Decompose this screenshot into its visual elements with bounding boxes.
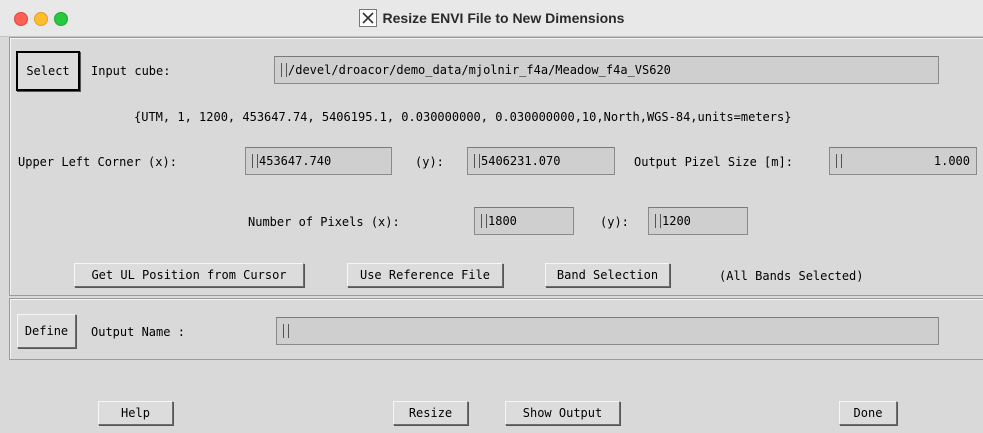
title-bar: Resize ENVI File to New Dimensions [0, 0, 983, 37]
upper-left-y-field[interactable]: 5406231.070 [467, 147, 615, 175]
upper-left-x-value: 453647.740 [259, 154, 332, 168]
upper-left-x-label: Upper Left Corner (x): [18, 155, 177, 169]
pixels-x-field[interactable]: 1800 [474, 207, 574, 235]
input-cube-field[interactable]: /devel/droacor/demo_data/mjolnir_f4a/Mea… [274, 56, 939, 84]
window-title-group: Resize ENVI File to New Dimensions [0, 0, 983, 36]
upper-left-y-label: (y): [415, 155, 444, 169]
pixels-y-label: (y): [600, 215, 629, 229]
define-output-button[interactable]: Define [17, 314, 76, 348]
done-button[interactable]: Done [839, 401, 897, 425]
map-info-text: {UTM, 1, 1200, 453647.74, 5406195.1, 0.0… [134, 110, 792, 124]
text-cursor-icon [481, 214, 487, 228]
output-name-field[interactable] [276, 317, 939, 345]
band-selection-button[interactable]: Band Selection [545, 263, 670, 287]
window-title: Resize ENVI File to New Dimensions [382, 10, 625, 26]
upper-left-y-value: 5406231.070 [481, 154, 561, 168]
input-cube-value: /devel/droacor/demo_data/mjolnir_f4a/Mea… [288, 63, 671, 77]
text-cursor-icon [252, 154, 258, 168]
pixels-x-value: 1800 [488, 214, 517, 228]
select-input-button[interactable]: Select [16, 51, 80, 91]
show-output-button[interactable]: Show Output [505, 401, 620, 425]
resize-button[interactable]: Resize [393, 401, 468, 425]
use-reference-file-button[interactable]: Use Reference File [347, 263, 503, 287]
get-ul-position-button[interactable]: Get UL Position from Cursor [74, 263, 304, 287]
band-status-text: (All Bands Selected) [719, 269, 864, 283]
pixel-size-field[interactable]: 1.000 [829, 147, 977, 175]
output-name-label: Output Name : [91, 325, 185, 339]
pixel-size-value: 1.000 [933, 154, 970, 168]
text-cursor-icon [655, 214, 661, 228]
text-cursor-icon [836, 154, 842, 168]
text-cursor-icon [281, 63, 287, 77]
text-cursor-icon [474, 154, 480, 168]
pixels-y-value: 1200 [662, 214, 691, 228]
pixels-x-label: Number of Pixels (x): [248, 215, 400, 229]
pixels-y-field[interactable]: 1200 [648, 207, 748, 235]
upper-left-x-field[interactable]: 453647.740 [245, 147, 392, 175]
text-cursor-icon [283, 324, 289, 338]
input-cube-label: Input cube: [91, 64, 171, 78]
x11-icon [358, 9, 377, 27]
pixel-size-label: Output Pizel Size [m]: [634, 155, 793, 169]
help-button[interactable]: Help [98, 401, 173, 425]
